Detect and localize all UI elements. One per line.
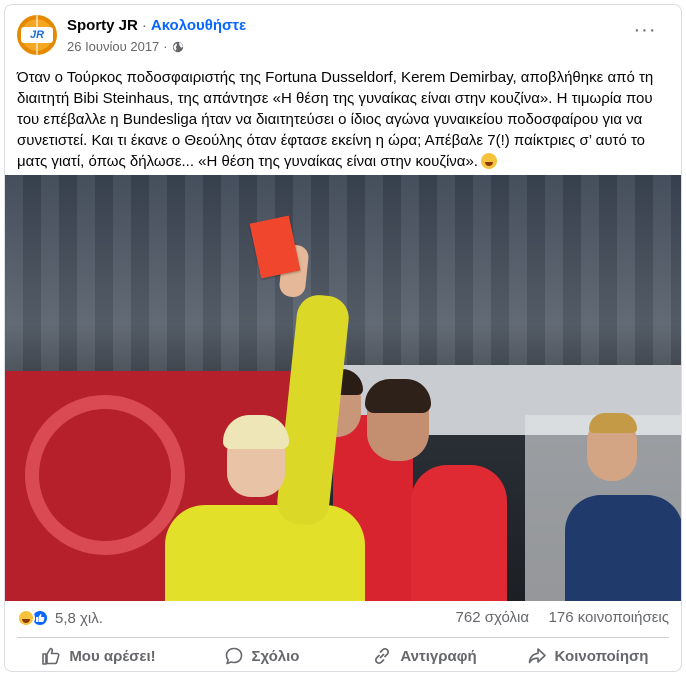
post-stats: 5,8 χιλ. 762 σχόλια 176 κοινοποιήσεις <box>17 609 669 629</box>
globe-icon <box>172 41 183 52</box>
reactions-count: 5,8 χιλ. <box>55 609 103 627</box>
like-label: Μου αρέσει! <box>69 647 156 665</box>
share-button[interactable]: Κοινοποίηση <box>506 641 669 671</box>
share-icon <box>528 648 546 664</box>
post-header: JR Sporty JR · Ακολουθήστε 26 Ιουνίου 2017… <box>17 15 669 61</box>
copy-button[interactable]: Αντιγραφή <box>343 641 506 671</box>
actions-divider <box>17 637 669 638</box>
post-meta: 26 Ιουνίου 2017 · <box>67 39 184 54</box>
like-button[interactable]: Μου αρέσει! <box>17 641 180 671</box>
photo-player-red-front <box>411 465 507 601</box>
page-avatar[interactable]: JR <box>17 15 57 55</box>
photo-referee-hair <box>223 415 289 449</box>
photo-player-blue-hair <box>589 413 637 433</box>
post-actions: Μου αρέσει! Σχόλιο Αντιγραφή Κοινοποίηση <box>17 641 669 671</box>
shares-count[interactable]: 176 κοινοποιήσεις <box>549 609 669 626</box>
share-label: Κοινοποίηση <box>554 647 649 665</box>
comment-icon <box>225 647 242 665</box>
meta-dot: · <box>163 39 168 54</box>
more-options-icon[interactable]: ··· <box>633 20 657 43</box>
page-name-line: Sporty JR · Ακολουθήστε <box>67 17 246 34</box>
thumbs-up-icon <box>42 647 60 665</box>
post-text-body: Όταν ο Τούρκος ποδοσφαιριστής της Fortun… <box>17 69 654 170</box>
photo-player-red-front-hair <box>365 379 431 413</box>
follow-button[interactable]: Ακολουθήστε <box>151 17 246 34</box>
comment-button[interactable]: Σχόλιο <box>180 641 343 671</box>
post-date[interactable]: 26 Ιουνίου 2017 <box>67 39 159 54</box>
laughing-emoji <box>480 153 497 169</box>
comment-label: Σχόλιο <box>251 647 300 665</box>
reactions-summary[interactable]: 5,8 χιλ. <box>17 609 103 627</box>
page-name[interactable]: Sporty JR <box>67 17 138 34</box>
comments-count[interactable]: 762 σχόλια <box>456 609 529 626</box>
haha-reaction-icon <box>17 609 35 627</box>
photo-player-blue <box>565 495 681 601</box>
post-text: Όταν ο Τούρκος ποδοσφαιριστής της Fortun… <box>17 67 671 172</box>
photo-banner-logo <box>25 395 185 555</box>
copy-label: Αντιγραφή <box>400 647 477 665</box>
photo-referee-body <box>165 505 365 601</box>
separator-dot: · <box>141 17 147 34</box>
post-card: JR Sporty JR · Ακολουθήστε 26 Ιουνίου 2017… <box>4 4 682 672</box>
avatar-logo-text: JR <box>21 27 53 43</box>
link-icon <box>375 647 390 665</box>
post-photo[interactable] <box>5 175 681 601</box>
